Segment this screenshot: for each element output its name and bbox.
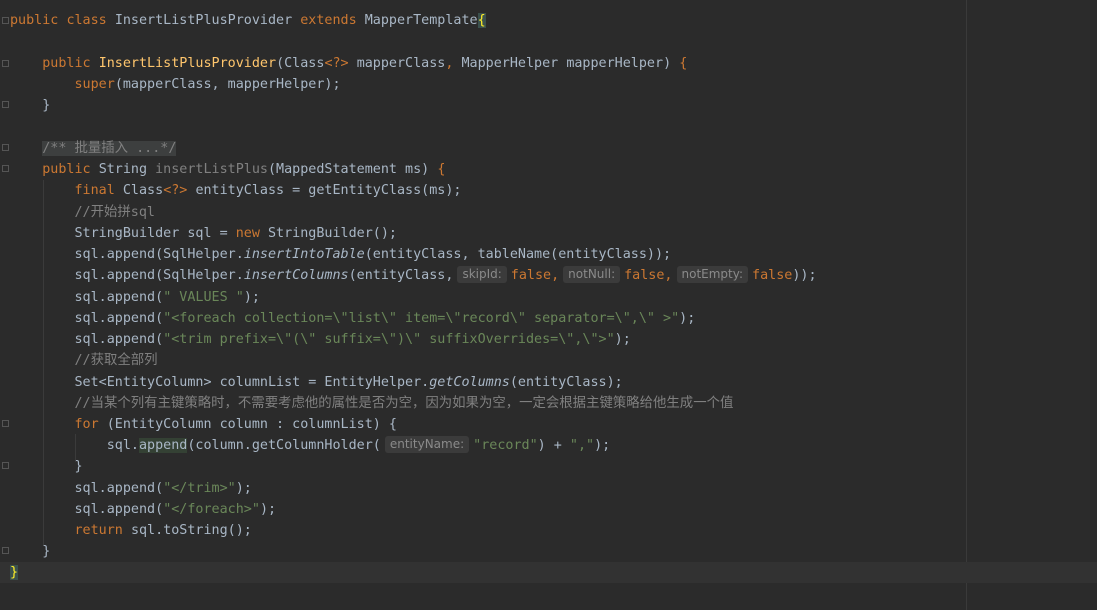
line-comment: //开始拼sql: [74, 205, 155, 220]
fold-marker-icon[interactable]: [2, 165, 9, 172]
code-line-entity-class[interactable]: final Class<?> entityClass = getEntityCl…: [10, 180, 462, 201]
string-literal: "</foreach>": [163, 502, 260, 517]
keyword: super: [74, 77, 115, 92]
method-params: (MappedStatement ms): [268, 162, 430, 177]
static-method: getColumns: [429, 375, 510, 390]
code-line-return[interactable]: return sql.toString();: [10, 520, 252, 541]
method-name: insertListPlus: [155, 162, 268, 177]
method-usage-highlight: append: [139, 438, 188, 453]
string-literal: " VALUES ": [163, 290, 244, 305]
code-line-append-column-holder[interactable]: sql.append(column.getColumnHolder(entity…: [10, 435, 610, 456]
code-line-folded-doc-comment[interactable]: /** 批量插入 ...*/: [10, 138, 177, 159]
keyword: extends: [300, 13, 357, 28]
open-brace: {: [477, 13, 486, 28]
keyword: class: [66, 13, 107, 28]
keyword: for: [74, 417, 99, 432]
code-line-column-list[interactable]: Set<EntityColumn> columnList = EntityHel…: [10, 372, 623, 393]
code-line-for-loop[interactable]: for (EntityColumn column : columnList) {: [10, 414, 397, 435]
code-line-close-brace[interactable]: }: [10, 456, 83, 477]
code-line-append-values[interactable]: sql.append(" VALUES ");: [10, 287, 260, 308]
folded-comment[interactable]: /** 批量插入 ...*/: [42, 141, 177, 156]
current-line-highlight: [0, 562, 1097, 583]
code-line-constructor[interactable]: public InsertListPlusProvider(Class<?> m…: [10, 53, 687, 74]
right-margin-guide: [966, 0, 967, 610]
keyword: new: [235, 226, 260, 241]
keyword: public: [10, 13, 59, 28]
keyword: public: [42, 162, 91, 177]
class-name: InsertListPlusProvider: [114, 13, 293, 28]
string-literal: "record": [473, 438, 538, 453]
parameter-hint: notNull:: [563, 266, 621, 283]
string-literal: "<trim prefix=\"(\" suffix=\")\" suffixO…: [163, 332, 615, 347]
fold-marker-icon[interactable]: [2, 101, 9, 108]
constructor-name: InsertListPlusProvider: [98, 56, 277, 71]
string-literal: "</trim>": [163, 481, 236, 496]
generic: <?>: [324, 56, 349, 71]
fold-marker-icon[interactable]: [2, 462, 9, 469]
code-editor[interactable]: public class InsertListPlusProvider exte…: [0, 0, 1097, 610]
code-line-comment[interactable]: //当某个列有主键策略时，不需要考虑他的属性是否为空，因为如果为空，一定会根据主…: [10, 393, 734, 414]
code-line-append-foreach[interactable]: sql.append("<foreach collection=\"list\"…: [10, 308, 696, 329]
close-brace: }: [10, 565, 19, 580]
code-line-stringbuilder[interactable]: StringBuilder sql = new StringBuilder();: [10, 223, 398, 244]
fold-marker-icon[interactable]: [2, 17, 9, 24]
param-type: Class: [284, 56, 325, 71]
fold-marker-icon[interactable]: [2, 547, 9, 554]
param-name: mapperClass: [356, 56, 446, 71]
code-line-append-foreach-close[interactable]: sql.append("</foreach>");: [10, 499, 277, 520]
code-line-append-insert-into-table[interactable]: sql.append(SqlHelper.insertIntoTable(ent…: [10, 244, 672, 265]
code-line-class-close-brace[interactable]: }: [10, 562, 19, 583]
return-type: String: [98, 162, 148, 177]
fold-marker-icon[interactable]: [2, 144, 9, 151]
parameter-hint: entityName:: [384, 436, 470, 453]
parameter-hint: skipId:: [457, 266, 507, 283]
code-line-comment[interactable]: //开始拼sql: [10, 202, 155, 223]
code-line-method-declaration[interactable]: public String insertListPlus(MappedState…: [10, 159, 445, 180]
code-line-super-call[interactable]: super(mapperClass, mapperHelper);: [10, 74, 341, 95]
parameter-hint: notEmpty:: [676, 266, 749, 283]
static-method: insertIntoTable: [243, 247, 365, 262]
param-name: mapperHelper: [566, 56, 664, 71]
fold-marker-icon[interactable]: [2, 60, 9, 67]
string-literal: ",": [569, 438, 595, 453]
code-line-class-declaration[interactable]: public class InsertListPlusProvider exte…: [10, 10, 486, 31]
line-comment: //当某个列有主键策略时，不需要考虑他的属性是否为空，因为如果为空，一定会根据主…: [74, 396, 734, 411]
parent-class: MapperTemplate: [364, 13, 478, 28]
code-line-comment[interactable]: //获取全部列: [10, 350, 158, 371]
code-line-close-brace[interactable]: }: [10, 541, 50, 562]
keyword: return: [74, 523, 123, 538]
param-type: MapperHelper: [461, 56, 559, 71]
keyword: final: [74, 183, 115, 198]
code-line-append-trim[interactable]: sql.append("<trim prefix=\"(\" suffix=\"…: [10, 329, 631, 350]
code-line-close-brace[interactable]: }: [10, 95, 50, 116]
code-line-append-insert-columns[interactable]: sql.append(SqlHelper.insertColumns(entit…: [10, 265, 817, 286]
line-comment: //获取全部列: [74, 353, 158, 368]
static-method: insertColumns: [243, 268, 349, 283]
code-line-append-trim-close[interactable]: sql.append("</trim>");: [10, 478, 252, 499]
string-literal: "<foreach collection=\"list\" item=\"rec…: [163, 311, 680, 326]
fold-marker-icon[interactable]: [2, 420, 9, 427]
keyword: public: [42, 56, 91, 71]
